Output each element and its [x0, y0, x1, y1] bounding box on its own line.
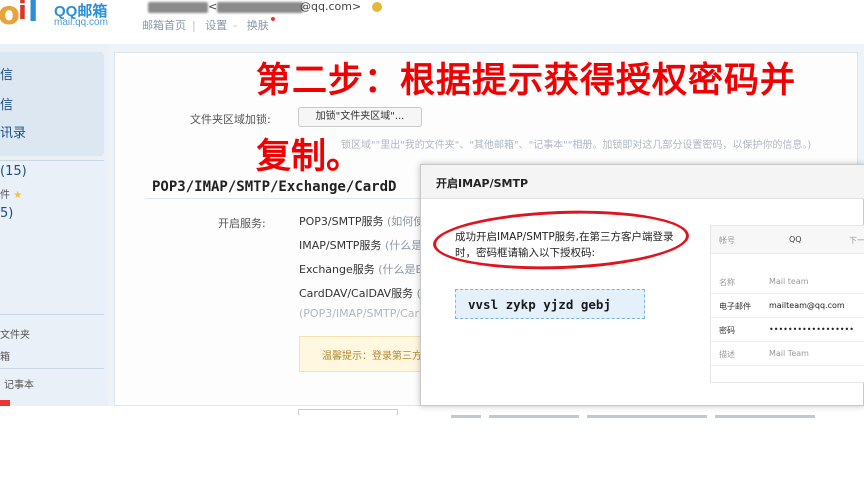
sidebar-item-notes[interactable]: 记事本	[4, 376, 34, 391]
sidebar-item-starred[interactable]: 件 ★	[0, 186, 22, 201]
auth-code-box[interactable]: vvsl zykp yjzd gebj	[455, 289, 645, 319]
preview-value: Mail team	[769, 277, 809, 286]
preview-row-description: 描述 Mail Team	[711, 342, 864, 366]
sidebar-divider	[0, 368, 104, 369]
service-imap: IMAP/SMTP服务 (什么是	[299, 239, 423, 252]
sidebar-item-compose[interactable]: 信	[0, 64, 13, 83]
preview-row-name: 名称 Mail team	[711, 270, 864, 294]
sidebar-divider	[0, 314, 104, 315]
preview-tabs: 帐号 QQ 下一	[711, 226, 864, 254]
service-help-link[interactable]: (什么是E	[378, 263, 422, 276]
preview-tab-next: 下一	[849, 236, 864, 245]
star-icon: ★	[13, 190, 23, 201]
folder-lock-label: 文件夹区域加锁:	[190, 113, 271, 126]
top-header: o i l QQ邮箱 mail.qq.com < @qq.com> 邮箱首页 | …	[0, 0, 864, 44]
preview-row-email: 电子邮件 mailteam@qq.com	[711, 294, 864, 318]
tip-text: 温馨提示：登录第三方	[322, 351, 422, 362]
sidebar-item-contacts[interactable]: 讯录	[0, 122, 26, 141]
imap-smtp-dialog: 开启IMAP/SMTP 成功开启IMAP/SMTP服务,在第三方客户端登录时，密…	[420, 164, 864, 418]
preview-row-password: 密码 ••••••••••••••••••	[711, 318, 864, 342]
nav-settings[interactable]: 设置	[205, 19, 227, 32]
auth-code[interactable]: vvsl zykp yjzd gebj	[468, 297, 611, 312]
nav-skin[interactable]: 换肤	[247, 19, 269, 32]
preview-tab-account: 帐号	[719, 236, 735, 245]
dialog-titlebar[interactable]: 开启IMAP/SMTP	[421, 165, 864, 199]
nav-mail-home[interactable]: 邮箱首页	[142, 19, 186, 32]
service-label: 开启服务:	[218, 217, 266, 230]
logo-domain-text: mail.qq.com	[54, 17, 108, 28]
services-note: (POP3/IMAP/SMTP/Car	[299, 307, 419, 320]
folder-lock-hint: 锁区域""里出"我的文件夹"、"其他邮箱"、"记事本""相册。加锁即对这几部分设…	[341, 140, 812, 151]
section-title: POP3/IMAP/SMTP/Exchange/CardD	[152, 179, 397, 195]
sidebar-divider	[0, 160, 104, 161]
annotation-caption-line2: 复制。	[256, 137, 362, 177]
preview-key: 密码	[719, 326, 735, 335]
preview-key: 名称	[719, 278, 735, 287]
preview-key: 电子邮件	[719, 302, 751, 311]
preview-value: mailteam@qq.com	[769, 301, 845, 310]
sidebar-item-folders[interactable]: 文件夹	[0, 326, 30, 341]
save-button[interactable]	[298, 409, 398, 415]
service-help-link[interactable]: (如何使	[387, 215, 424, 228]
folder-lock-button[interactable]: 加锁"文件夹区域"...	[298, 107, 422, 127]
header-nav: 邮箱首页 | 设置 - 换肤	[142, 17, 275, 33]
sidebar-count-other[interactable]: 5)	[0, 206, 13, 221]
success-message: 成功开启IMAP/SMTP服务,在第三方客户端登录时，密码框请输入以下授权码:	[455, 231, 674, 259]
preview-tab-qq: QQ	[789, 235, 802, 244]
user-email: @qq.com>	[300, 0, 362, 13]
preview-key: 描述	[719, 350, 735, 359]
sidebar-count-inbox[interactable]: (15)	[0, 164, 27, 179]
service-exchange: Exchange服务 (什么是E	[299, 263, 423, 276]
sidebar-item-mailbox[interactable]: 箱	[0, 348, 10, 363]
service-pop3: POP3/SMTP服务 (如何使	[299, 215, 425, 228]
tip-box: 温馨提示：登录第三方	[299, 336, 439, 372]
user-name: <	[148, 0, 304, 13]
sidebar-red-marker	[0, 400, 10, 406]
new-dot-icon	[270, 17, 275, 21]
dialog-footer-text	[451, 403, 864, 418]
dialog-title: 开启IMAP/SMTP	[436, 177, 529, 190]
service-carddav: CardDAV/CalDAV服务 (	[299, 287, 421, 300]
annotation-caption-line1: 第二步：根据提示获得授权密码并	[256, 61, 797, 101]
preview-value: ••••••••••••••••••	[769, 325, 854, 334]
section-divider	[145, 198, 435, 199]
sidebar-item-inbox[interactable]: 信	[0, 94, 13, 113]
preview-value: Mail Team	[769, 349, 809, 358]
vip-badge-icon[interactable]	[372, 2, 382, 12]
client-config-preview: 帐号 QQ 下一 名称 Mail team 电子邮件 mailteam@qq.c…	[710, 225, 864, 383]
service-help-link[interactable]: (什么是	[385, 239, 422, 252]
left-sidebar: 信 信 讯录 (15) 件 ★ 5) 文件夹 箱 记事本	[0, 44, 108, 406]
qq-mail-logo-icon[interactable]: o i l	[0, 0, 48, 32]
